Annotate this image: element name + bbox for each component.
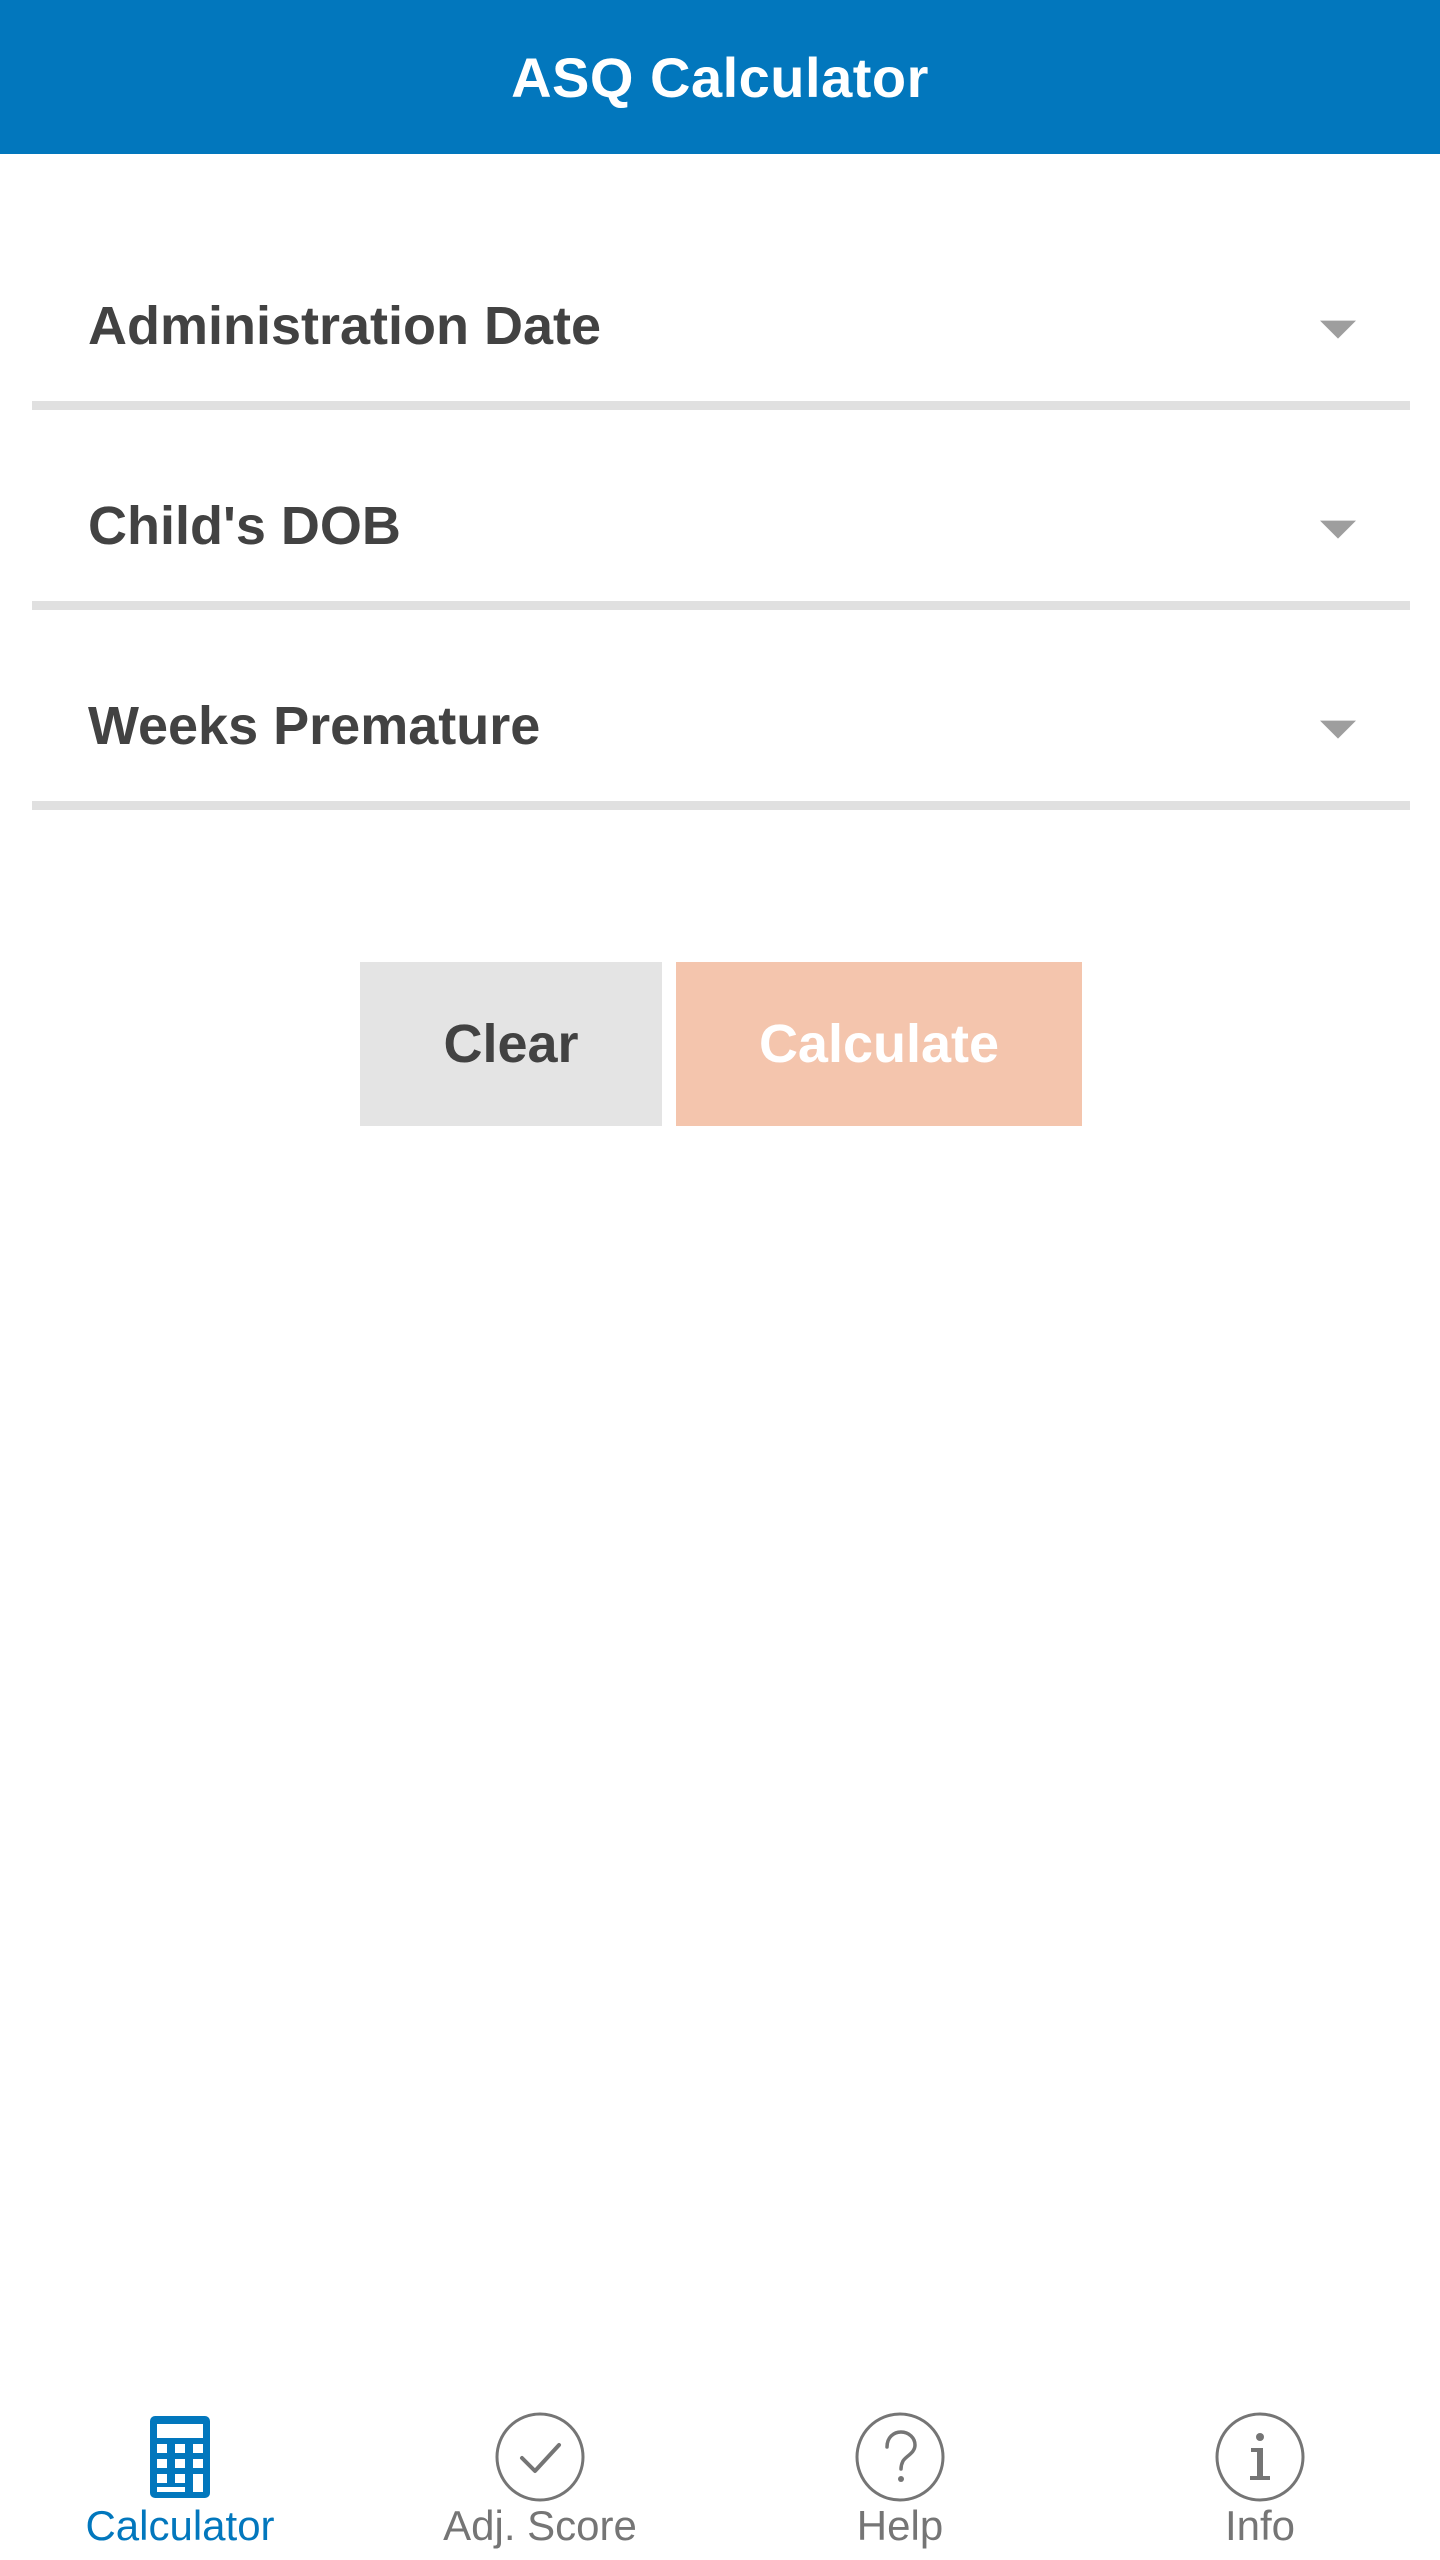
bottom-navigation: Calculator Adj. Score Help Info (0, 2390, 1440, 2560)
info-circle-icon (1215, 2412, 1305, 2502)
check-circle-icon (495, 2412, 585, 2502)
nav-item-calculator[interactable]: Calculator (0, 2390, 360, 2560)
nav-label-calculator: Calculator (85, 2502, 275, 2549)
nav-item-help[interactable]: Help (720, 2390, 1080, 2560)
nav-label-adj-score: Adj. Score (443, 2502, 637, 2549)
nav-item-adj-score[interactable]: Adj. Score (360, 2390, 720, 2560)
nav-label-info: Info (1224, 2502, 1296, 2549)
dropdown-arrow-icon (1320, 720, 1356, 739)
administration-date-dropdown[interactable]: Administration Date (32, 250, 1410, 410)
calculator-icon (150, 2416, 210, 2498)
help-circle-icon (855, 2412, 945, 2502)
child-dob-label: Child's DOB (88, 495, 401, 556)
weeks-premature-dropdown[interactable]: Weeks Premature (32, 650, 1410, 810)
child-dob-dropdown[interactable]: Child's DOB (32, 450, 1410, 610)
clear-button[interactable]: Clear (360, 962, 662, 1126)
nav-label-help: Help (856, 2502, 944, 2549)
app-title: ASQ Calculator (511, 45, 929, 109)
calculate-button[interactable]: Calculate (676, 962, 1082, 1126)
administration-date-label: Administration Date (88, 295, 602, 356)
nav-item-info[interactable]: Info (1080, 2390, 1440, 2560)
app-bar: ASQ Calculator (0, 0, 1440, 154)
dropdown-arrow-icon (1320, 520, 1356, 539)
weeks-premature-label: Weeks Premature (88, 695, 541, 756)
dropdown-arrow-icon (1320, 320, 1356, 339)
